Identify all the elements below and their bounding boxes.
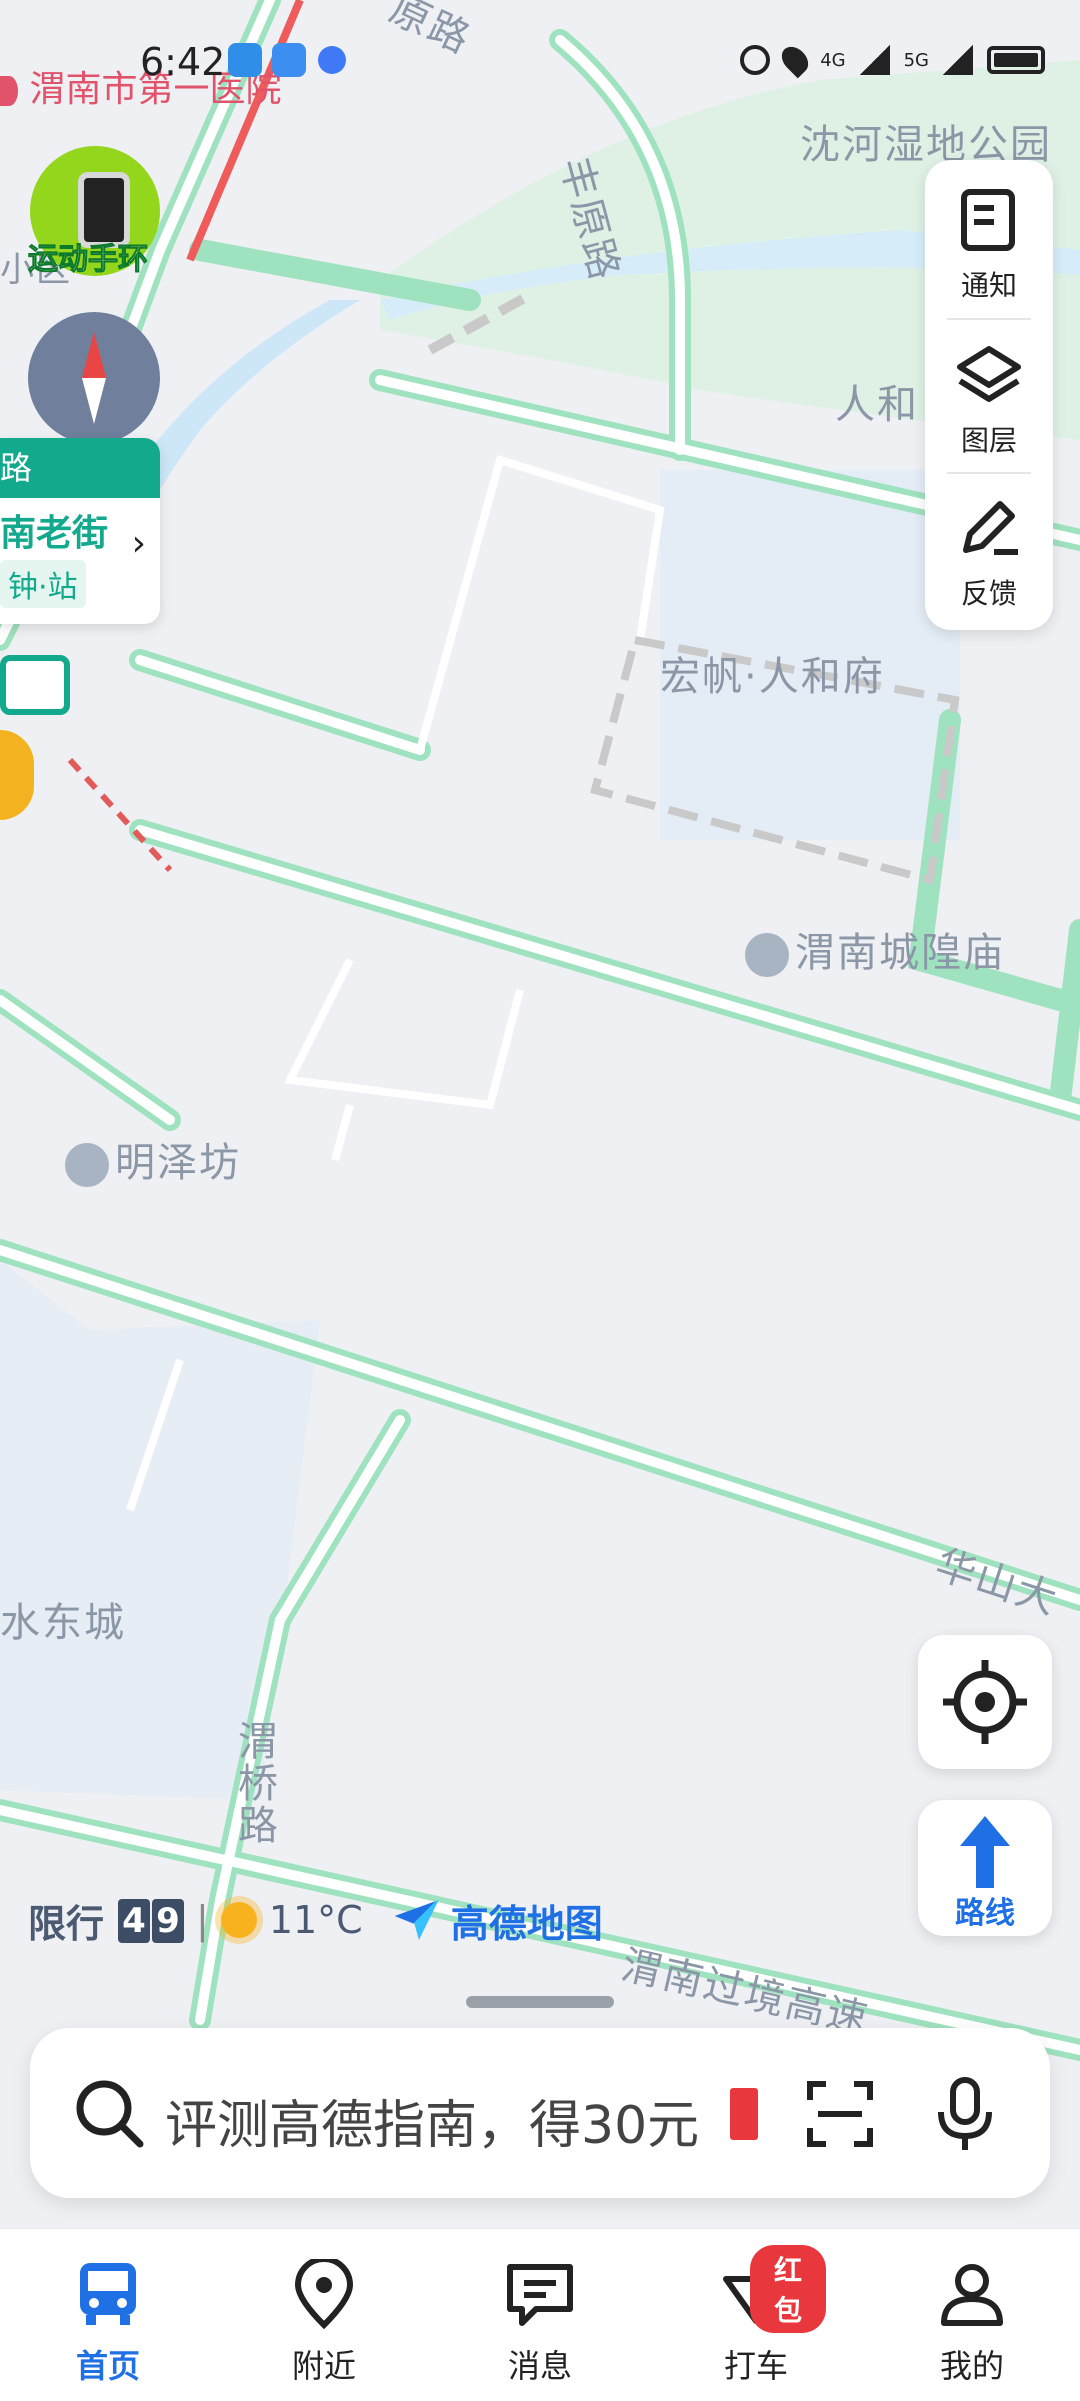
route-arrow-icon xyxy=(960,1816,1010,1888)
signal-icon-1 xyxy=(859,45,890,75)
restriction-label: 限行 xyxy=(28,1901,105,1946)
tab-nearby[interactable]: 附近 xyxy=(254,2256,394,2387)
pencil-icon xyxy=(963,501,1018,555)
microphone-icon[interactable] xyxy=(925,2074,1005,2154)
feedback-button[interactable]: 反馈 xyxy=(925,468,1053,618)
feedback-label: 反馈 xyxy=(960,577,1017,610)
layers-label: 图层 xyxy=(960,424,1017,457)
network-5g-label: 5G xyxy=(903,49,929,71)
network-4g-label: 4G xyxy=(820,49,846,71)
sun-icon xyxy=(220,1902,257,1938)
info-separator: | xyxy=(196,1898,209,1942)
tab-taxi[interactable]: 打车 红包 xyxy=(686,2245,826,2387)
map-label-shuidong[interactable]: 水东城 xyxy=(0,1590,126,1648)
cloud-app-icon xyxy=(272,43,306,77)
scan-icon[interactable] xyxy=(800,2074,880,2154)
map-label-hongfan[interactable]: 宏帆·人和府 xyxy=(660,644,885,702)
temple-icon xyxy=(745,933,789,977)
hospital-pin-icon xyxy=(0,76,18,106)
notify-button[interactable]: 通知 xyxy=(925,160,1053,310)
weather-app-icon xyxy=(228,43,262,77)
red-packet-icon xyxy=(730,2088,758,2140)
search-bar[interactable]: 评测高德指南，得30元 xyxy=(30,2028,1050,2198)
notification-icon xyxy=(961,189,1015,251)
map-label-temple[interactable]: 渭南城隍庙 xyxy=(745,920,1005,978)
compass-icon xyxy=(82,332,106,424)
brand-label: 高德地图 xyxy=(450,1901,603,1946)
transit-line-title: 路 xyxy=(0,438,160,498)
transit-stop-tag: 钟·站 xyxy=(0,560,86,608)
layers-icon xyxy=(957,346,1021,402)
tab-taxi-label: 打车 xyxy=(723,2347,788,2385)
bus-icon xyxy=(80,2263,136,2325)
restriction-plates: 49 xyxy=(116,1897,185,1943)
transit-station: 南老街 xyxy=(0,513,109,554)
locate-button[interactable] xyxy=(918,1635,1052,1769)
red-packet-badge: 红包 xyxy=(750,2245,826,2333)
notify-label: 通知 xyxy=(960,269,1017,302)
tab-messages-label: 消息 xyxy=(507,2347,572,2385)
map-label-mingze[interactable]: 明泽坊 xyxy=(65,1130,241,1188)
fitness-band-promo[interactable]: 运动手环 xyxy=(28,142,163,282)
tab-me[interactable]: 我的 xyxy=(902,2259,1042,2387)
tab-me-label: 我的 xyxy=(939,2347,1004,2385)
temple-label: 渭南城隍庙 xyxy=(795,930,1005,976)
map-tools-panel: 通知 图层 反馈 xyxy=(925,160,1053,630)
compass-button[interactable] xyxy=(28,312,160,444)
restriction-number-2: 9 xyxy=(152,1899,185,1943)
tab-home-label: 首页 xyxy=(75,2347,140,2385)
tab-messages[interactable]: 消息 xyxy=(470,2259,610,2387)
info-line: 限行 49 | 11°C 高德地图 xyxy=(28,1890,603,1950)
status-bar: 渭南市第一医院 6:42 4G 5G xyxy=(0,40,1080,110)
message-icon xyxy=(507,2264,573,2326)
route-label: 路线 xyxy=(955,1896,1015,1931)
map-label-renhe[interactable]: 人和 xyxy=(835,372,919,430)
alarm-icon xyxy=(740,45,771,75)
sheet-drag-handle[interactable] xyxy=(466,1996,614,2008)
promo-label: 运动手环 xyxy=(28,242,149,278)
map-label-weiqiao[interactable]: 渭桥路 xyxy=(225,1720,283,1846)
bus-marker-icon[interactable] xyxy=(0,655,70,715)
search-icon xyxy=(76,2080,144,2148)
status-time: 6:42 xyxy=(140,40,226,84)
chevron-right-icon: › xyxy=(131,523,146,564)
amap-logo-icon xyxy=(394,1900,439,1940)
signal-icon-2 xyxy=(943,45,973,75)
crosshair-icon xyxy=(943,1660,1027,1744)
neighborhood-icon xyxy=(65,1143,109,1187)
transit-card[interactable]: 路 南老街 钟·站 › xyxy=(0,438,160,624)
music-app-icon xyxy=(318,46,346,74)
status-icons: 4G 5G xyxy=(740,41,1045,79)
person-icon xyxy=(941,2264,1003,2326)
route-button[interactable]: 路线 xyxy=(918,1800,1052,1936)
mingze-label: 明泽坊 xyxy=(115,1140,241,1186)
restriction-number-1: 4 xyxy=(118,1899,151,1943)
tab-home[interactable]: 首页 xyxy=(38,2259,178,2387)
search-placeholder: 评测高德指南，得30元 xyxy=(165,2096,700,2156)
location-icon xyxy=(776,41,814,79)
tab-nearby-label: 附近 xyxy=(291,2347,356,2385)
location-pin-icon xyxy=(294,2256,354,2330)
layers-button[interactable]: 图层 xyxy=(925,315,1053,465)
battery-icon xyxy=(987,46,1045,74)
temperature: 11°C xyxy=(268,1898,363,1942)
bottom-tab-bar: 首页 附近 消息 打车 红包 我的 xyxy=(0,2228,1080,2401)
